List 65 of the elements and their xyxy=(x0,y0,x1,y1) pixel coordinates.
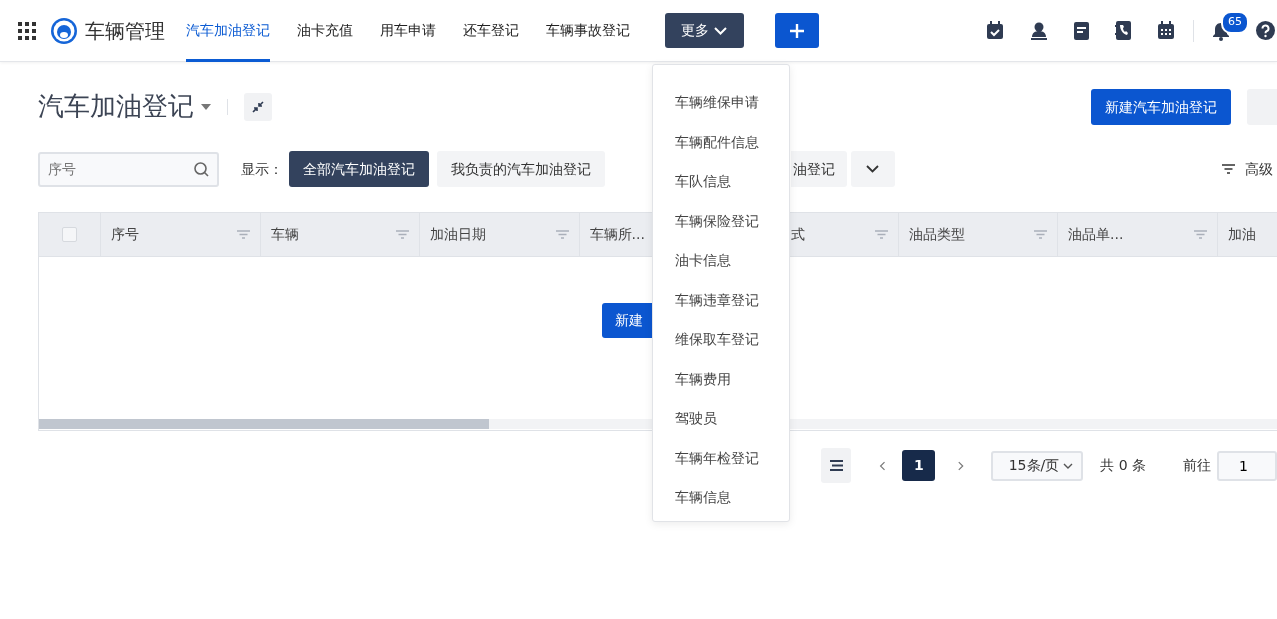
menu-item[interactable]: 油卡信息 xyxy=(653,241,789,281)
total-count: 共 0 条 xyxy=(1100,456,1146,475)
horizontal-scrollbar[interactable] xyxy=(39,419,489,429)
calendar-check-icon[interactable] xyxy=(986,21,1004,40)
column-header: 油品类型 xyxy=(908,225,965,244)
menu-item[interactable]: 驾驶员 xyxy=(653,399,789,439)
phone-book-icon[interactable] xyxy=(1115,21,1131,40)
filter-chip[interactable]: 全部汽车加油登记 xyxy=(289,151,429,187)
app-title: 车辆管理 xyxy=(84,17,165,45)
list-icon xyxy=(829,460,843,471)
menu-item[interactable]: 车辆保险登记 xyxy=(653,201,789,241)
notification-badge: 65 xyxy=(1221,11,1249,34)
chevron-icon xyxy=(714,26,727,35)
logo-icon xyxy=(49,16,78,45)
column-header: 式 xyxy=(791,225,805,244)
menu-item[interactable]: 车辆维保申请 xyxy=(653,83,789,123)
plus-icon xyxy=(788,22,805,39)
menu-item[interactable]: 车队信息 xyxy=(653,162,789,202)
column-header: 车辆所... xyxy=(589,225,645,244)
note-icon[interactable] xyxy=(1074,21,1089,40)
menu-item[interactable]: 车辆配件信息 xyxy=(653,122,789,162)
filter-label: 显示： xyxy=(241,159,283,179)
add-button[interactable] xyxy=(774,13,819,48)
column-header: 油品单... xyxy=(1068,225,1124,244)
page-size-select[interactable]: 15条/页 xyxy=(990,450,1084,481)
caret-icon[interactable] xyxy=(201,104,211,110)
next-page-icon[interactable] xyxy=(958,459,965,472)
menu-item[interactable]: 车辆信息 xyxy=(653,478,789,518)
previous-page-icon[interactable] xyxy=(879,459,886,472)
calendar-icon[interactable] xyxy=(1157,21,1175,40)
help-icon[interactable] xyxy=(1256,21,1275,40)
nav-tab[interactable]: 车辆事故登记 xyxy=(545,0,630,62)
search-field[interactable]: 序号 xyxy=(38,151,219,187)
nav-tab[interactable]: 汽车加油登记 xyxy=(185,0,270,62)
column-header: 加油 xyxy=(1227,225,1256,244)
goto-label: 前往 xyxy=(1183,456,1211,475)
person-icon[interactable] xyxy=(1030,21,1048,40)
nav-tab[interactable]: 用车申请 xyxy=(379,0,436,62)
nav-tab[interactable]: 油卡充值 xyxy=(296,0,353,62)
column-header: 车辆 xyxy=(270,225,299,244)
page-button[interactable]: 1 xyxy=(902,450,936,481)
select-all-checkbox[interactable] xyxy=(62,227,77,242)
collapse-button[interactable] xyxy=(244,93,272,121)
menu-item[interactable]: 维保取车登记 xyxy=(653,320,789,360)
page-title: 汽车加油登记 xyxy=(38,91,194,123)
search-icon[interactable] xyxy=(194,161,209,177)
filter-chip[interactable]: 油登记 xyxy=(791,151,847,187)
menu-item[interactable]: 车辆年检登记 xyxy=(653,438,789,478)
empty-new-button[interactable]: 新建 xyxy=(602,302,652,338)
advanced-filter-link[interactable]: 高级 xyxy=(1245,158,1273,180)
column-header: 加油日期 xyxy=(430,225,486,244)
caret-icon xyxy=(1063,462,1074,469)
more-button[interactable]: 更多 xyxy=(664,13,744,48)
goto-page-field[interactable]: 1 xyxy=(1217,450,1277,481)
filter-icon[interactable] xyxy=(1222,164,1235,174)
menu-item[interactable]: 车辆违章登记 xyxy=(653,280,789,320)
apps-icon[interactable] xyxy=(17,21,36,40)
menu-item[interactable]: 车辆费用 xyxy=(653,359,789,399)
collapse-icon xyxy=(252,101,264,113)
list-view-button[interactable] xyxy=(821,448,852,483)
filter-chip[interactable]: 我负责的汽车加油登记 xyxy=(437,151,605,187)
nav-tab[interactable]: 还车登记 xyxy=(462,0,519,62)
new-record-button[interactable]: 新建汽车加油登记 xyxy=(1091,89,1231,125)
column-header: 序号 xyxy=(111,225,139,244)
chevron-icon xyxy=(866,165,879,173)
